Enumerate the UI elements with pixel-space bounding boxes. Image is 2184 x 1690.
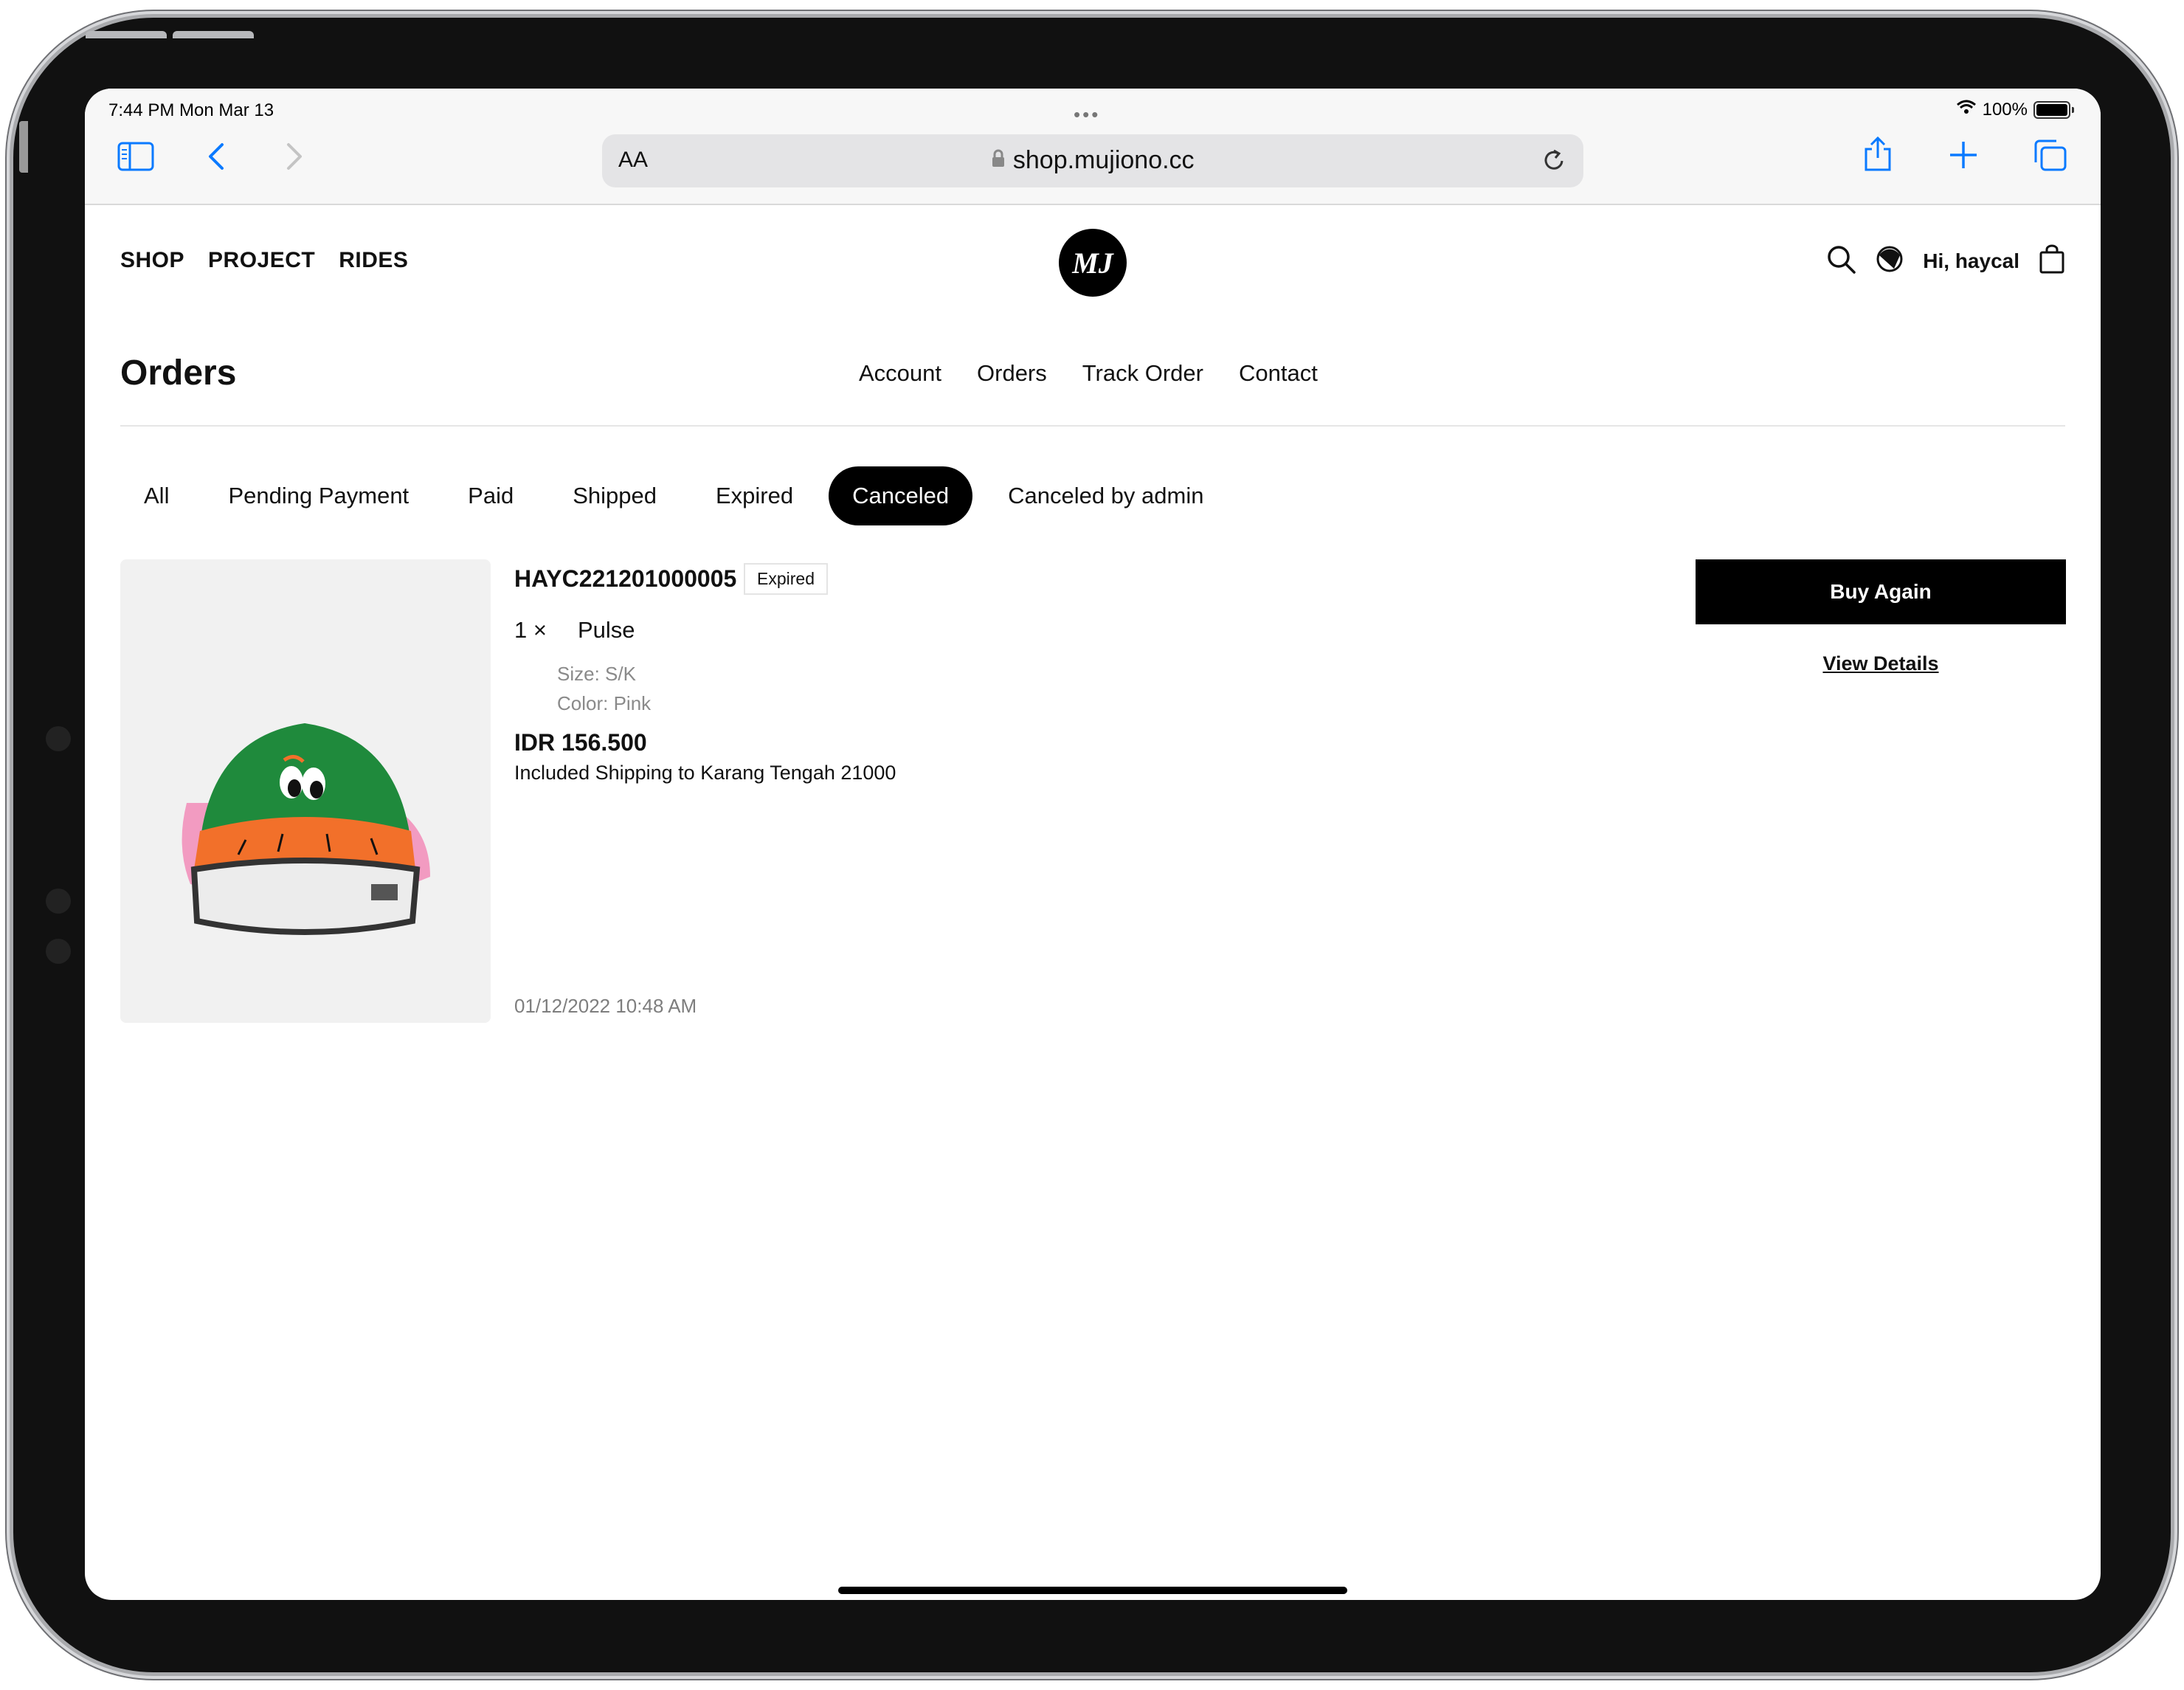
browser-toolbar: 7:44 PM Mon Mar 13 ••• 100% AA shop.muji… bbox=[85, 89, 2101, 205]
track-order-link[interactable]: Track Order bbox=[1082, 360, 1203, 387]
orders-link[interactable]: Orders bbox=[977, 360, 1047, 387]
battery-icon bbox=[2033, 100, 2070, 119]
header-divider bbox=[120, 425, 2065, 427]
new-tab-icon[interactable] bbox=[1949, 140, 1978, 173]
tab-canceled[interactable]: Canceled bbox=[829, 466, 973, 525]
status-badge: Expired bbox=[744, 563, 828, 595]
address-bar[interactable]: AA shop.mujiono.cc bbox=[602, 134, 1583, 187]
side-button bbox=[19, 121, 28, 173]
tab-expired[interactable]: Expired bbox=[692, 466, 817, 525]
sidebar-icon[interactable] bbox=[117, 142, 154, 175]
back-icon[interactable] bbox=[206, 142, 227, 175]
product-image[interactable] bbox=[120, 559, 491, 1023]
view-details-link[interactable]: View Details bbox=[1696, 652, 2066, 675]
account-nav: Account Orders Track Order Contact bbox=[859, 360, 1318, 387]
buy-again-button[interactable]: Buy Again bbox=[1696, 559, 2066, 624]
order-status-tabs: All Pending Payment Paid Shipped Expired… bbox=[120, 466, 1227, 525]
tabs-overview-icon[interactable] bbox=[2033, 139, 2067, 175]
home-indicator[interactable] bbox=[838, 1587, 1347, 1594]
battery-percent: 100% bbox=[1982, 99, 2028, 120]
item-color: Color: Pink bbox=[557, 692, 652, 714]
item-name[interactable]: Pulse bbox=[578, 617, 635, 644]
url-field[interactable]: shop.mujiono.cc bbox=[602, 146, 1583, 175]
multitasking-dots[interactable]: ••• bbox=[1074, 103, 1100, 126]
camera-sensor bbox=[46, 939, 71, 964]
nav-project-link[interactable]: PROJECT bbox=[208, 248, 315, 273]
order-date: 01/12/2022 10:48 AM bbox=[514, 995, 697, 1017]
reload-icon[interactable] bbox=[1541, 146, 1567, 178]
volume-button bbox=[173, 31, 254, 38]
wifi-icon bbox=[1956, 99, 1977, 120]
user-avatar-icon[interactable] bbox=[1876, 245, 1904, 277]
status-time: 7:44 PM Mon Mar 13 bbox=[108, 100, 274, 120]
order-price: IDR 156.500 bbox=[514, 729, 647, 756]
header-actions: Hi, haycal bbox=[1825, 244, 2065, 278]
camera-sensor bbox=[46, 726, 71, 751]
share-icon[interactable] bbox=[1862, 136, 1894, 176]
page-title: Orders bbox=[120, 353, 237, 393]
lock-icon bbox=[991, 146, 1006, 174]
tab-pending-payment[interactable]: Pending Payment bbox=[204, 466, 432, 525]
volume-button bbox=[86, 31, 167, 38]
search-icon[interactable] bbox=[1825, 244, 1856, 278]
screen: 7:44 PM Mon Mar 13 ••• 100% AA shop.muji… bbox=[85, 89, 2101, 1600]
url-text: shop.mujiono.cc bbox=[1012, 146, 1195, 174]
forward-icon[interactable] bbox=[284, 142, 305, 175]
order-id: HAYC221201000005 bbox=[514, 565, 737, 592]
status-indicators: 100% bbox=[1956, 99, 2074, 120]
account-link[interactable]: Account bbox=[859, 360, 941, 387]
tab-paid[interactable]: Paid bbox=[444, 466, 537, 525]
tab-shipped[interactable]: Shipped bbox=[549, 466, 680, 525]
site-logo[interactable]: MJ bbox=[1059, 229, 1127, 297]
cart-bag-icon[interactable] bbox=[2039, 244, 2065, 277]
battery-tip bbox=[2072, 106, 2074, 113]
tab-canceled-by-admin[interactable]: Canceled by admin bbox=[984, 466, 1227, 525]
item-size: Size: S/K bbox=[557, 663, 636, 685]
logo-text: MJ bbox=[1071, 246, 1115, 280]
item-quantity: 1 × bbox=[514, 617, 547, 643]
contact-link[interactable]: Contact bbox=[1239, 360, 1318, 387]
user-greeting[interactable]: Hi, haycal bbox=[1923, 249, 2019, 273]
camera-sensor bbox=[46, 889, 71, 914]
nav-shop-link[interactable]: SHOP bbox=[120, 248, 184, 273]
site-nav: SHOP PROJECT RIDES bbox=[120, 248, 408, 273]
tab-all[interactable]: All bbox=[120, 466, 193, 525]
shipping-info: Included Shipping to Karang Tengah 21000 bbox=[514, 762, 896, 784]
nav-rides-link[interactable]: RIDES bbox=[339, 248, 408, 273]
